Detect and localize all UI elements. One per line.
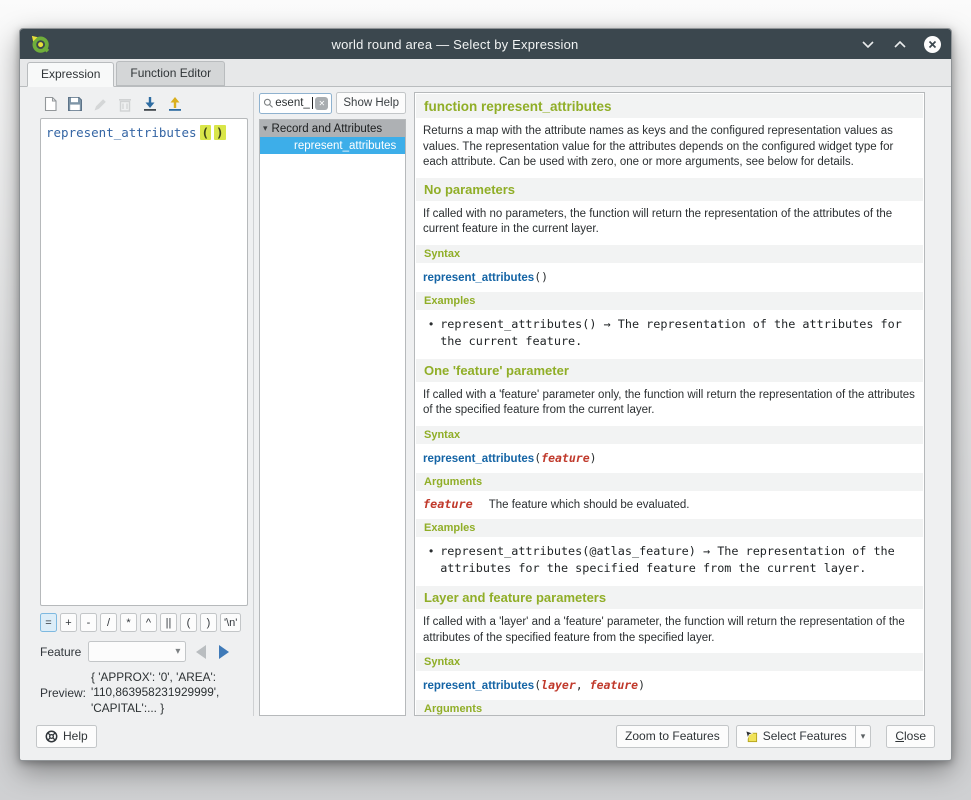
function-search-input[interactable]: esent_a ✕ [259,93,332,114]
expression-column: represent_attributes() =+-/*^||()'\n' Fe… [40,92,248,716]
help-sections: function represent_attributesReturns a m… [415,94,924,716]
feature-label: Feature [40,645,81,659]
function-tree: ▾ Record and Attributes represent_attrib… [259,119,406,716]
expression-close-paren: ) [214,125,226,140]
preview-label: Preview: [40,686,86,700]
help-example-15: represent_attributes(@atlas_feature) → T… [415,539,924,584]
titlebar: world round area — Select by Expression [20,29,951,59]
search-icon [263,97,273,109]
select-features-label: Select Features [763,729,847,743]
close-button-label: Close [895,729,926,743]
help-paragraph-1: Returns a map with the attribute names a… [415,120,924,176]
tree-item-represent-attributes[interactable]: represent_attributes [260,137,405,154]
delete-expression-button [115,94,135,114]
operator-button-0[interactable]: = [40,613,57,632]
operator-button-1[interactable]: + [60,613,77,632]
save-expression-button[interactable] [65,94,85,114]
previous-feature-button[interactable] [193,644,209,660]
tab-bar: Expression Function Editor [20,59,951,87]
function-help-panel: function represent_attributesReturns a m… [414,92,925,716]
operator-button-7[interactable]: ( [180,613,197,632]
expression-toolbar [40,92,248,116]
triangle-left-icon [196,645,206,659]
operator-button-2[interactable]: - [80,613,97,632]
operator-button-3[interactable]: / [100,613,117,632]
text-cursor [312,97,313,109]
zoom-to-features-button[interactable]: Zoom to Features [616,725,729,748]
triangle-right-icon [219,645,229,659]
help-heading-2: No parameters [416,178,923,201]
help-syntax-5: represent_attributes() [415,265,924,290]
chevron-down-icon: ▾ [175,646,180,657]
tab-expression[interactable]: Expression [27,62,114,87]
edit-expression-button [90,94,110,114]
show-help-button[interactable]: Show Help [336,92,406,114]
help-lifebuoy-icon [45,730,58,743]
preview-bar: Preview: { 'APPROX': '0', 'AREA': '110,8… [40,670,248,716]
dialog-content: represent_attributes() =+-/*^||()'\n' Fe… [20,87,951,722]
next-feature-button[interactable] [216,644,232,660]
window-title: world round area — Select by Expression [50,37,860,52]
select-features-dropdown-icon[interactable]: ▾ [855,726,871,747]
help-heading-16: Layer and feature parameters [416,586,923,609]
operator-button-9[interactable]: '\n' [220,613,241,632]
maximize-window-icon[interactable] [892,36,908,52]
operator-button-8[interactable]: ) [200,613,217,632]
expression-function-name: represent_attributes [46,125,197,140]
help-heading-12: Arguments [416,473,923,491]
search-text: esent_a [275,97,310,109]
tab-function-editor[interactable]: Function Editor [116,61,225,86]
select-features-split-button: Select Features ▾ [736,725,872,748]
expression-open-paren: ( [200,125,212,140]
help-heading-8: One 'feature' parameter [416,359,923,382]
select-features-button[interactable]: Select Features [737,726,855,747]
help-heading-10: Syntax [416,426,923,444]
help-example-7: represent_attributes() → The representat… [415,312,924,357]
preview-value: { 'APPROX': '0', 'AREA': '110,8639582319… [91,670,243,716]
new-expression-button[interactable] [40,94,60,114]
operator-button-5[interactable]: ^ [140,613,157,632]
panel-splitter[interactable] [248,92,259,716]
select-features-icon [745,730,758,743]
help-heading-14: Examples [416,519,923,537]
select-by-expression-dialog: world round area — Select by Expression … [19,28,952,761]
expression-code-editor[interactable]: represent_attributes() [40,118,248,606]
feature-bar: Feature ▾ [40,641,248,662]
feature-combobox[interactable]: ▾ [88,641,186,662]
help-heading-20: Arguments [416,700,923,716]
clear-search-icon[interactable]: ✕ [315,97,328,110]
export-expressions-button[interactable] [165,94,185,114]
operator-buttons: =+-/*^||()'\n' [40,613,248,632]
help-syntax-19: represent_attributes(layer, feature) [415,673,924,698]
help-heading-18: Syntax [416,653,923,671]
import-expressions-button[interactable] [140,94,160,114]
function-list-column: esent_a ✕ Show Help ▾ Record and Attribu… [259,92,406,716]
help-heading-0: function represent_attributes [416,94,923,118]
tree-expander-icon[interactable]: ▾ [263,123,268,134]
tree-group-record-and-attributes[interactable]: ▾ Record and Attributes [260,120,405,137]
qgis-logo-icon [30,34,50,54]
shade-window-icon[interactable] [860,36,876,52]
help-paragraph-3: If called with no parameters, the functi… [415,203,924,243]
help-button[interactable]: Help [36,725,97,748]
help-heading-4: Syntax [416,245,923,263]
close-window-icon[interactable] [924,36,941,53]
footer-bar: Help Zoom to Features Select Features ▾ … [20,722,951,760]
help-button-label: Help [63,729,88,743]
help-paragraph-17: If called with a 'layer' and a 'feature'… [415,611,924,651]
help-arguments-13: featureThe feature which should be evalu… [415,493,924,517]
operator-button-4[interactable]: * [120,613,137,632]
help-paragraph-9: If called with a 'feature' parameter onl… [415,384,924,424]
help-syntax-11: represent_attributes(feature) [415,446,924,471]
search-row: esent_a ✕ Show Help [259,92,406,114]
help-heading-6: Examples [416,292,923,310]
tree-group-label: Record and Attributes [272,123,383,135]
operator-button-6[interactable]: || [160,613,177,632]
close-button[interactable]: Close [886,725,935,748]
